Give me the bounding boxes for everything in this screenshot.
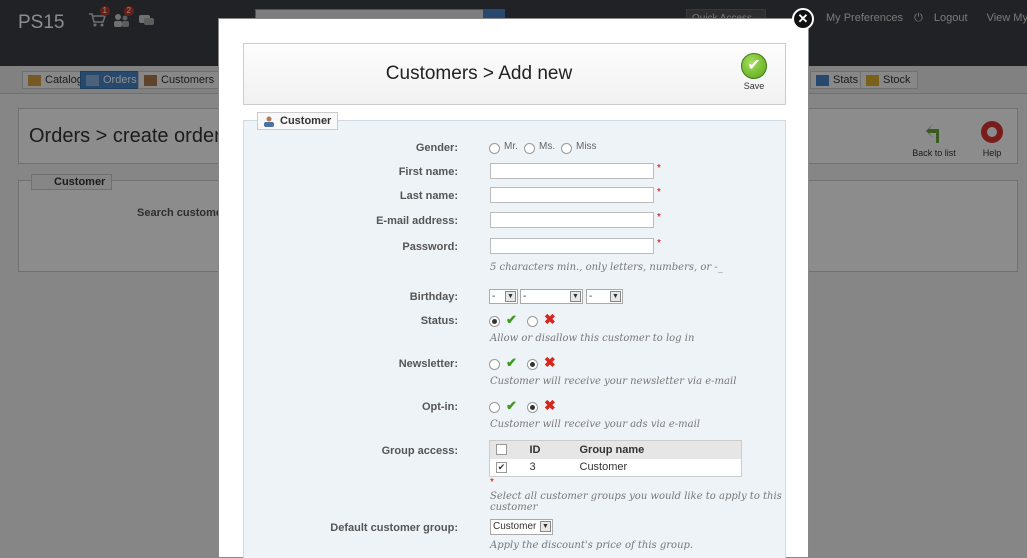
status-enabled-radio[interactable]: [489, 316, 500, 327]
optin-no-radio[interactable]: [527, 402, 538, 413]
default-group-hint: Apply the discount's price of this group…: [490, 540, 694, 551]
birthday-day-select[interactable]: - ▼: [489, 289, 518, 304]
group-col-id: ID: [519, 440, 580, 459]
group-hint: Select all customer groups you would lik…: [490, 491, 782, 513]
gender-miss-label: Miss: [576, 141, 597, 152]
email-input[interactable]: [490, 212, 654, 228]
birthday-year-select[interactable]: - ▼: [586, 289, 623, 304]
default-group-label: Default customer group:: [330, 522, 458, 534]
status-hint: Allow or disallow this customer to log i…: [490, 333, 695, 344]
user-icon: [264, 116, 274, 127]
chevron-down-icon: ▼: [505, 291, 516, 302]
chevron-down-icon: ▼: [570, 291, 581, 302]
password-label: Password:: [402, 241, 458, 253]
gender-mr-radio[interactable]: [489, 143, 500, 154]
gender-mr-label: Mr.: [504, 141, 518, 152]
check-icon: ✔: [506, 355, 517, 370]
optin-hint: Customer will receive your ads via e-mai…: [490, 419, 700, 430]
group-id-cell: 3: [529, 461, 536, 474]
close-icon[interactable]: ✕: [792, 8, 814, 30]
check-icon: ✔: [506, 312, 517, 327]
group-checkbox[interactable]: ✔: [496, 461, 507, 473]
newsletter-hint: Customer will receive your newsletter vi…: [490, 376, 737, 387]
cross-icon: ✖: [544, 311, 556, 327]
email-required: *: [657, 212, 661, 223]
gender-ms-label: Ms.: [539, 141, 556, 152]
select-all-checkbox[interactable]: [496, 444, 507, 456]
birthday-day-value: -: [492, 291, 496, 302]
chevron-down-icon: ▼: [610, 291, 621, 302]
group-access-label: Group access:: [381, 445, 458, 457]
group-col-name: Group name: [579, 440, 742, 459]
newsletter-label: Newsletter:: [398, 358, 458, 370]
password-input[interactable]: [490, 238, 654, 254]
cross-icon: ✖: [544, 397, 556, 413]
table-row: ✔ 3 Customer: [490, 459, 742, 477]
birthday-label: Birthday:: [409, 291, 458, 303]
gender-ms-radio[interactable]: [524, 143, 535, 154]
form-legend-label: Customer: [280, 115, 332, 127]
gender-label: Gender:: [415, 142, 458, 154]
chevron-down-icon: ▼: [540, 521, 551, 532]
check-icon: ✔: [506, 398, 517, 413]
modal-title: Customers > Add new: [385, 63, 573, 84]
default-group-select[interactable]: Customer ▼: [490, 519, 553, 535]
password-required: *: [657, 238, 661, 249]
birthday-year-value: -: [589, 291, 593, 302]
modal-header: Customers > Add new ✔ Save: [243, 43, 786, 105]
gender-miss-radio[interactable]: [561, 143, 572, 154]
last-name-input[interactable]: [490, 187, 654, 203]
form-legend: Customer: [257, 112, 339, 130]
customer-form: Customer Gender: Mr. Ms. Miss First name…: [243, 112, 786, 558]
checkmark-icon: ✔: [741, 53, 767, 79]
save-label: Save: [743, 81, 765, 91]
email-label: E-mail address:: [376, 215, 458, 227]
group-required: *: [490, 477, 494, 488]
group-table-header: ID Group name: [489, 440, 742, 459]
optin-label: Opt-in:: [421, 401, 458, 413]
newsletter-yes-radio[interactable]: [489, 359, 500, 370]
add-customer-modal: Customers > Add new ✔ Save Customer Gend…: [218, 18, 809, 558]
first-name-input[interactable]: [490, 163, 654, 179]
birthday-month-value: -: [523, 291, 527, 302]
status-disabled-radio[interactable]: [527, 316, 538, 327]
last-name-label: Last name:: [399, 190, 458, 202]
status-label: Status:: [420, 315, 458, 327]
newsletter-no-radio[interactable]: [527, 359, 538, 370]
last-name-required: *: [657, 187, 661, 198]
group-access-table: ID Group name ✔ 3 Customer: [489, 440, 742, 477]
cross-icon: ✖: [544, 354, 556, 370]
optin-yes-radio[interactable]: [489, 402, 500, 413]
birthday-month-select[interactable]: - ▼: [520, 289, 583, 304]
first-name-required: *: [657, 163, 661, 174]
save-button[interactable]: ✔ Save: [737, 53, 771, 91]
first-name-label: First name:: [398, 166, 458, 178]
default-group-value: Customer: [493, 521, 537, 532]
password-hint: 5 characters min., only letters, numbers…: [490, 262, 723, 273]
group-name-cell: Customer: [579, 461, 628, 474]
